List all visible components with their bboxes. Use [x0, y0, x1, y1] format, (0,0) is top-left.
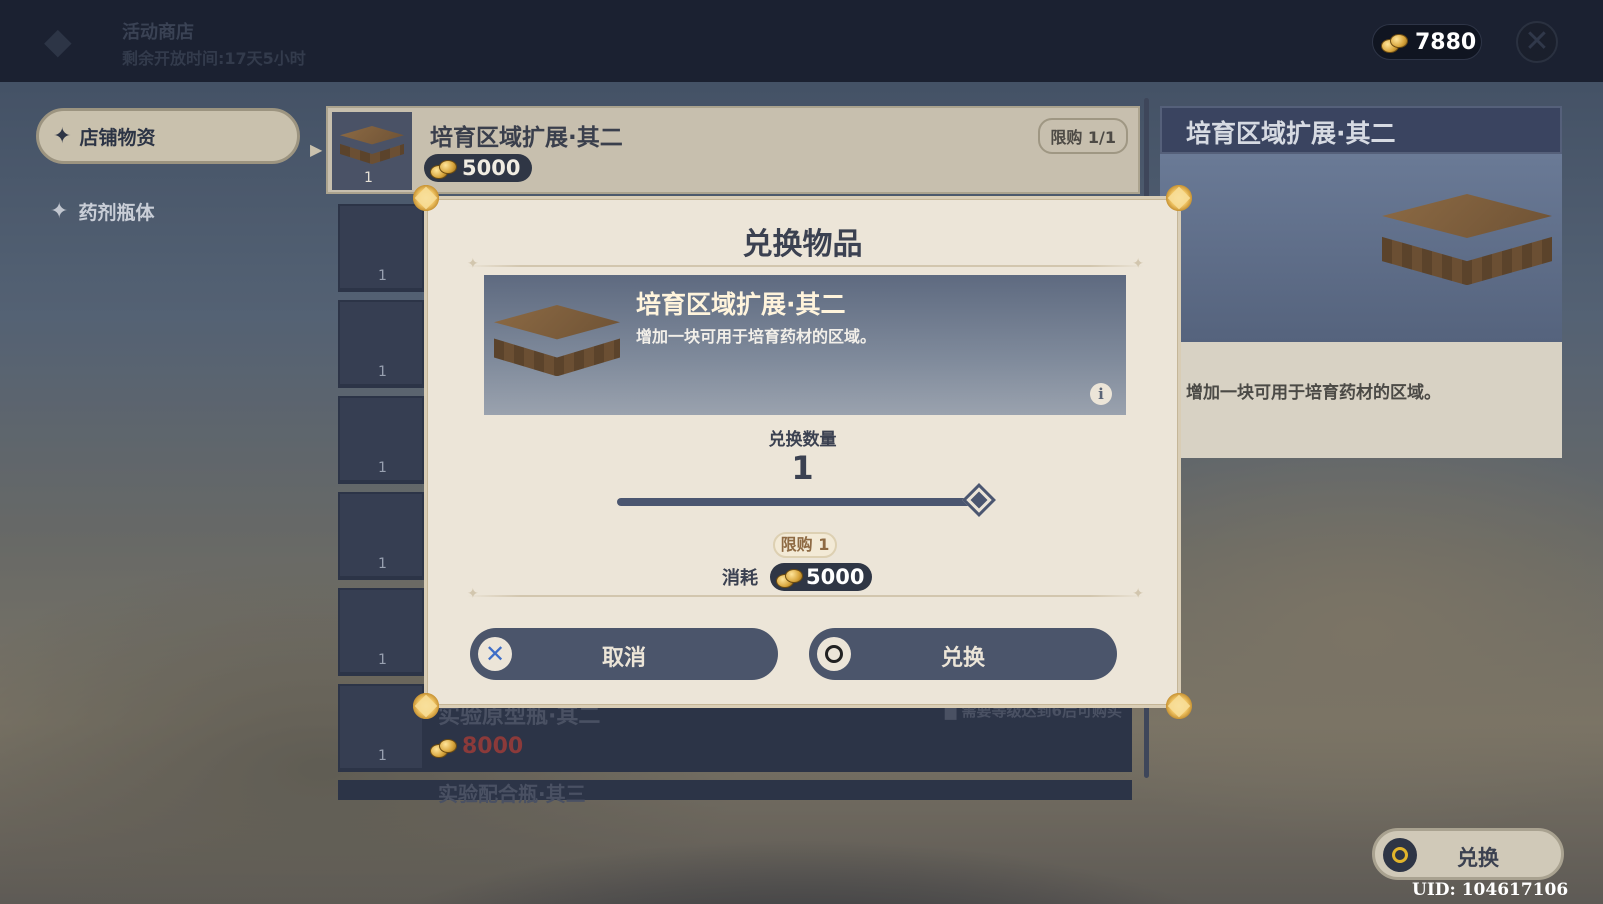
item-price: 8000: [430, 734, 523, 759]
confirm-exchange-button[interactable]: 兑换: [809, 628, 1117, 680]
cost-row: 消耗 5000: [722, 563, 873, 591]
corner-ornament-icon: [1166, 693, 1192, 719]
planter-box-icon: [494, 305, 620, 391]
tab-potion-bottles[interactable]: ✦ 药剂瓶体: [50, 198, 154, 225]
item-quantity: 1: [378, 748, 387, 764]
close-button[interactable]: ✕: [1516, 21, 1558, 63]
mora-coin-icon: [776, 567, 803, 588]
mora-coin-icon: [430, 158, 457, 179]
corner-ornament-icon: [413, 185, 439, 211]
item-card-description: 增加一块可用于培育药材的区域。: [636, 327, 877, 346]
detail-title: 培育区域扩展·其二: [1186, 119, 1396, 148]
purchase-limit-badge: 限购 1/1: [1038, 118, 1128, 154]
shop-time-remaining: 剩余开放时间:17天5小时: [122, 49, 306, 68]
divider: [467, 586, 1144, 602]
corner-ornament-icon: [1166, 185, 1192, 211]
currency-display: 7880: [1372, 24, 1482, 60]
item-name: 培育区域扩展·其二: [430, 125, 623, 151]
tab-label: 店铺物资: [79, 126, 156, 149]
quantity-label: 兑换数量: [768, 430, 837, 450]
detail-image: [1160, 154, 1562, 342]
item-quantity: 1: [364, 170, 373, 186]
cancel-button[interactable]: ✕ 取消: [470, 628, 778, 680]
uid-label: UID: 104617106: [1412, 880, 1569, 900]
close-icon: ✕: [1524, 24, 1550, 59]
mora-coin-icon: [430, 737, 457, 758]
planter-box-icon: [1382, 194, 1552, 304]
shop-title: 活动商店: [122, 22, 194, 43]
item-card-name: 培育区域扩展·其二: [636, 290, 846, 319]
item-quantity: 1: [378, 652, 387, 668]
item-price-value: 5000: [462, 156, 521, 180]
detail-header: 培育区域扩展·其二: [1160, 106, 1562, 154]
cost-value: 5000: [806, 565, 865, 589]
item-name: 实验配合瓶·其三: [438, 782, 586, 806]
purchase-limit-badge: 限购 1: [773, 532, 837, 558]
cost-pill: 5000: [770, 563, 873, 591]
shop-item[interactable]: 实验配合瓶·其三: [338, 780, 1132, 806]
item-card: 培育区域扩展·其二 增加一块可用于培育药材的区域。 i: [484, 275, 1126, 415]
planter-box-icon: [340, 126, 404, 172]
cancel-label: 取消: [601, 646, 646, 671]
tab-label: 药剂瓶体: [78, 202, 155, 224]
item-quantity: 1: [378, 460, 387, 476]
star-icon: ✦: [53, 123, 72, 149]
exchange-button-footer[interactable]: 兑换: [1372, 828, 1564, 880]
confirm-circle-icon: [1383, 838, 1417, 872]
divider: [467, 256, 1144, 272]
info-icon[interactable]: i: [1090, 383, 1112, 405]
item-price-value: 8000: [462, 734, 524, 759]
star-icon: ✦: [50, 199, 69, 224]
corner-ornament-icon: [413, 693, 439, 719]
quantity-slider[interactable]: [617, 498, 973, 506]
exchange-dialog: 兑换物品 培育区域扩展·其二 增加一块可用于培育药材的区域。 i 兑换数量 1 …: [413, 185, 1192, 719]
item-quantity: 1: [378, 364, 387, 380]
quantity-value: 1: [791, 449, 814, 487]
item-quantity: 1: [378, 556, 387, 572]
confirm-label: 兑换: [940, 646, 985, 671]
exchange-label: 兑换: [1457, 846, 1499, 870]
item-quantity: 1: [378, 268, 387, 284]
item-price: 5000: [424, 154, 533, 182]
mora-coin-icon: [1381, 32, 1408, 53]
top-bar: ◆ 活动商店 剩余开放时间:17天5小时 7880 ✕: [0, 0, 1603, 82]
detail-description: 增加一块可用于培育药材的区域。: [1186, 383, 1441, 403]
tab-arrow-icon: ▶: [310, 140, 323, 159]
shop-tag-icon: ◆: [44, 21, 72, 62]
slider-handle[interactable]: [962, 483, 996, 517]
dialog-title: 兑换物品: [742, 227, 863, 262]
tab-shop-supplies[interactable]: ✦ 店铺物资: [36, 108, 300, 164]
currency-amount: 7880: [1415, 29, 1477, 55]
shop-item-selected[interactable]: 1 培育区域扩展·其二 5000 限购 1/1: [326, 106, 1140, 194]
cost-label: 消耗: [722, 568, 758, 589]
